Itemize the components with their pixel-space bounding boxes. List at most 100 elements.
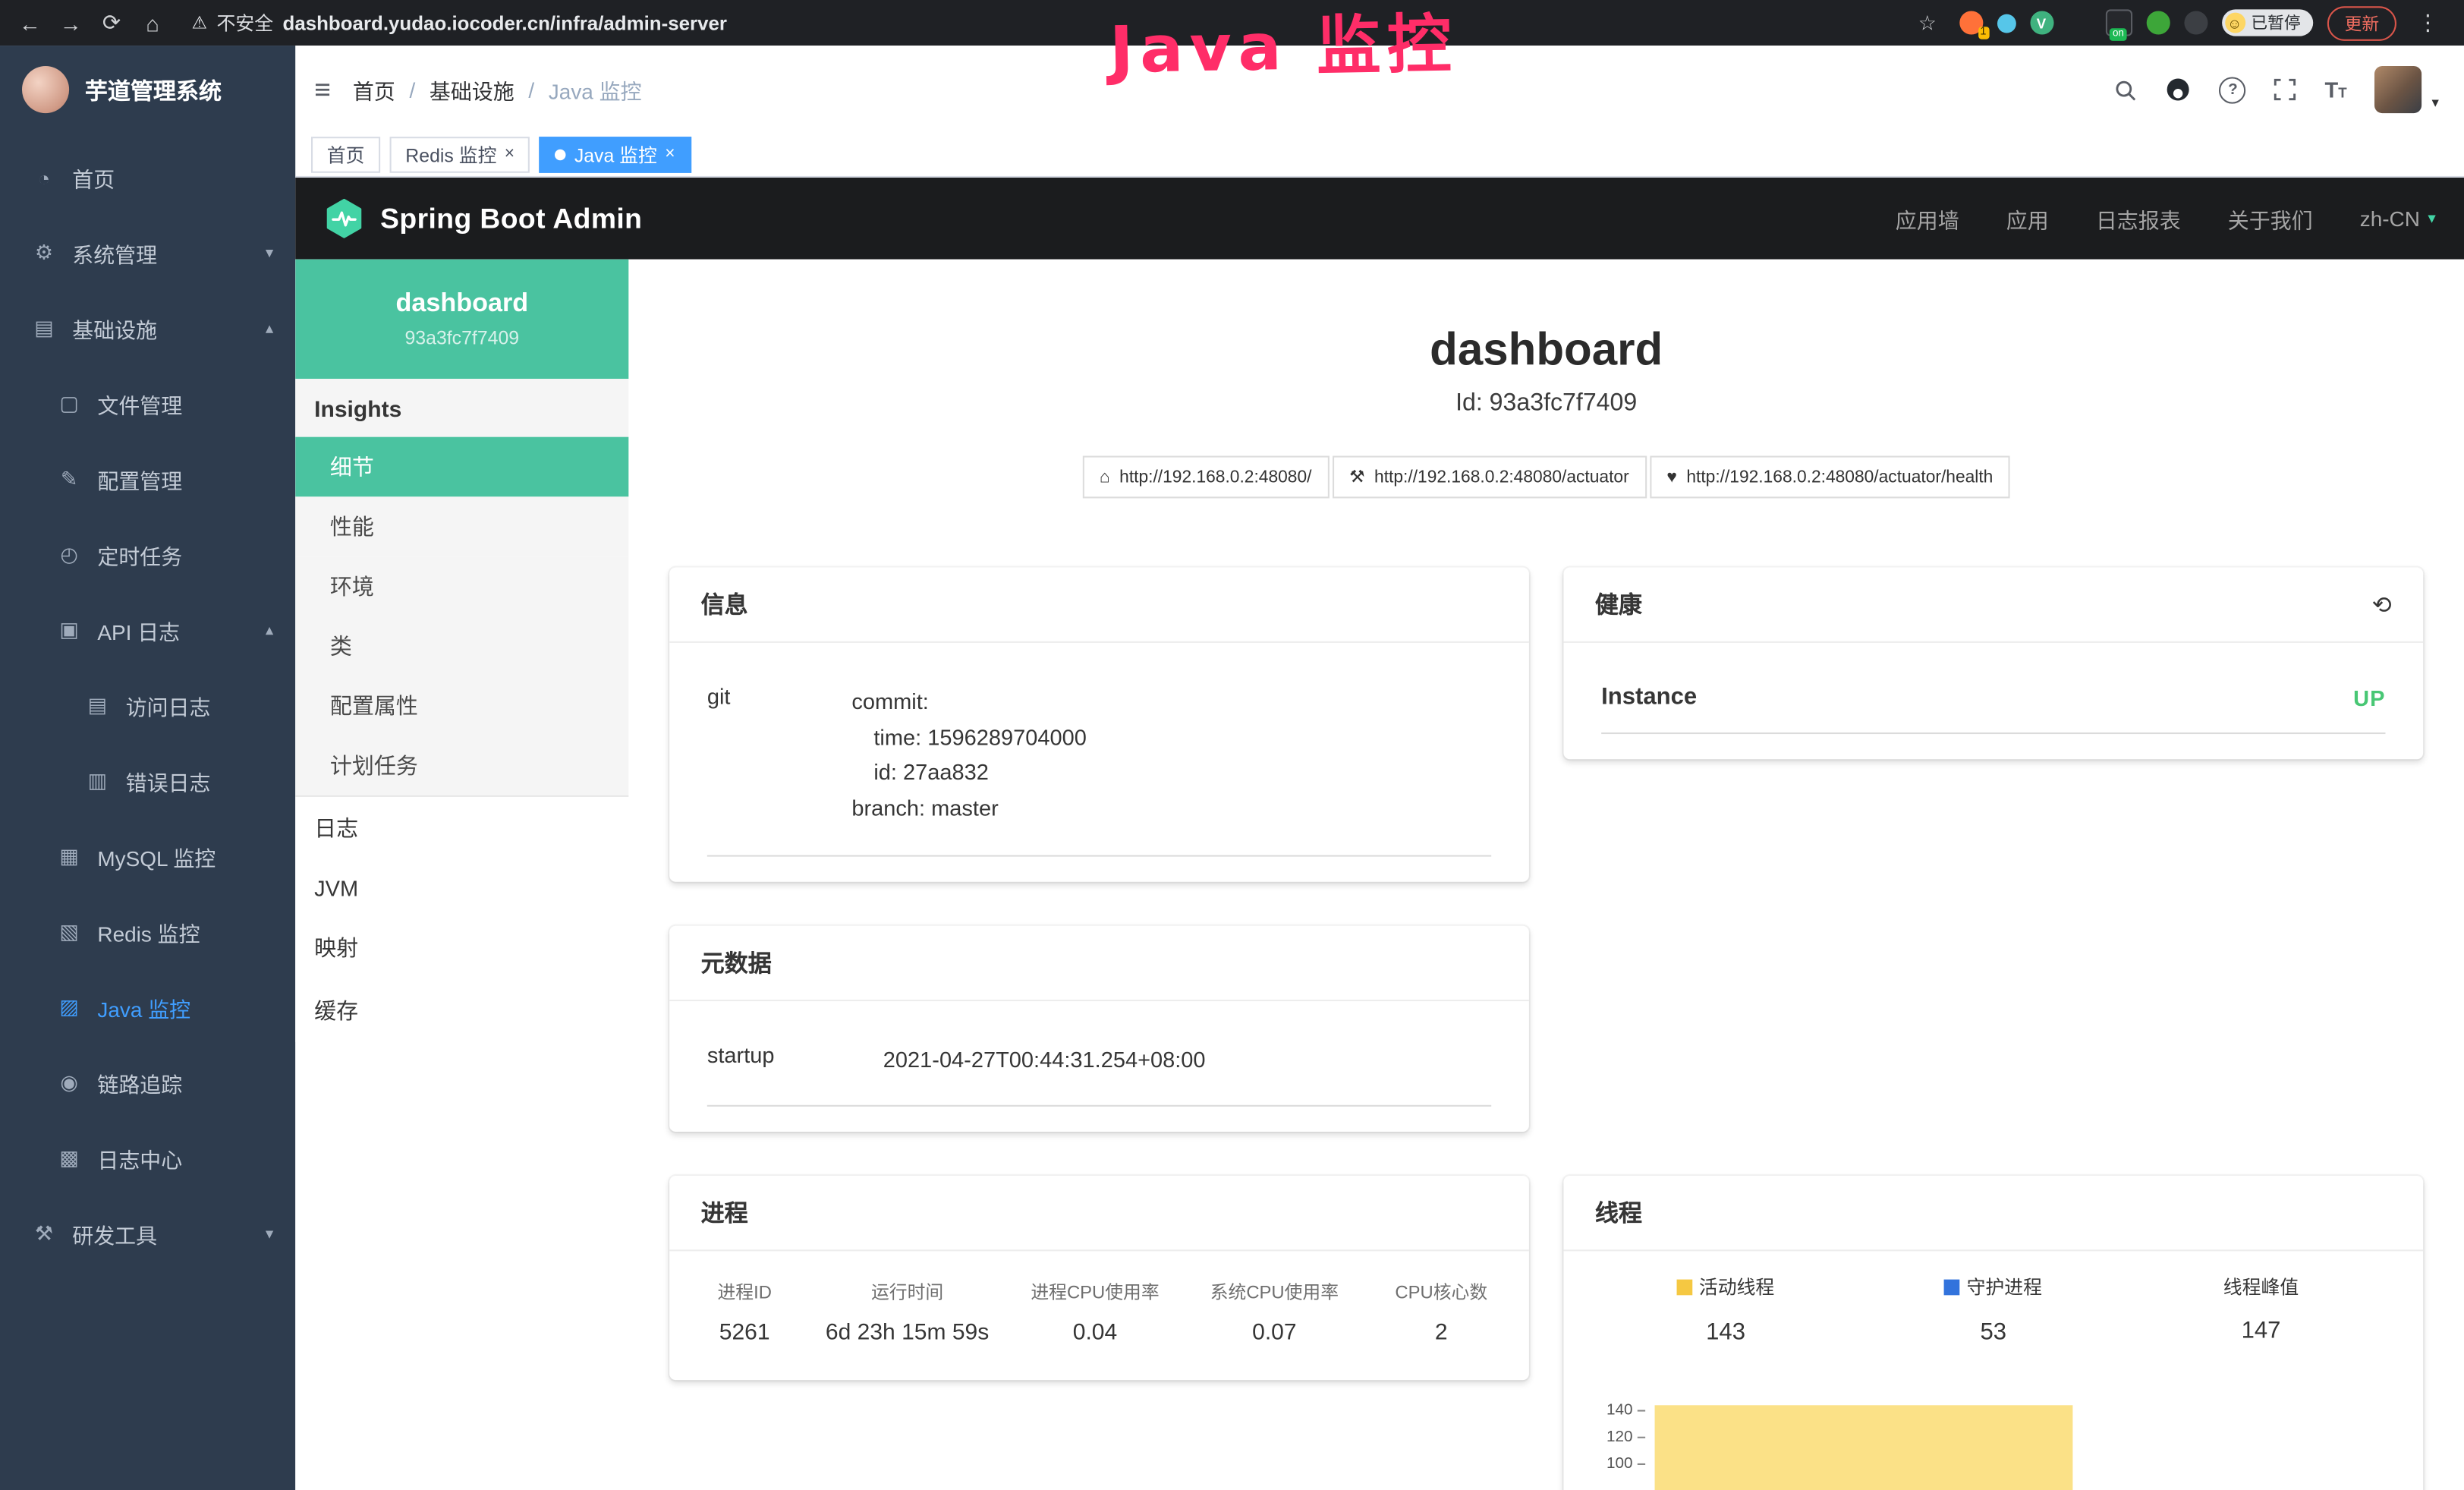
- sidebar-item-label: MySQL 监控: [97, 841, 216, 872]
- sidebar-item-dev-tools[interactable]: ⚒研发工具▾: [0, 1196, 295, 1271]
- sba-item-metrics[interactable]: 性能: [295, 496, 628, 556]
- forward-icon[interactable]: →: [53, 10, 88, 35]
- admin-sidebar: 芋道管理系统 ◔首页 ⚙系统管理▾ ▤基础设施▴ ▢文件管理 ✎配置管理 ◴定时…: [0, 46, 295, 1490]
- sba-item-config-props[interactable]: 配置属性: [295, 676, 628, 736]
- sba-nav-wallboard[interactable]: 应用墙: [1896, 203, 1959, 234]
- reload-icon[interactable]: ⟳: [94, 9, 129, 36]
- health-url-link[interactable]: ♥http://192.168.0.2:48080/actuator/healt…: [1650, 456, 2011, 499]
- document-icon: ▤: [85, 693, 110, 718]
- sidebar-item-system-management[interactable]: ⚙系统管理▾: [0, 216, 295, 291]
- breadcrumb-infrastructure[interactable]: 基础设施: [430, 74, 515, 105]
- sidebar-item-java-monitor[interactable]: ▨Java 监控: [0, 970, 295, 1045]
- tick-mark: [1638, 1436, 1645, 1438]
- extension-icon-5[interactable]: on: [2105, 9, 2132, 36]
- sba-header: Spring Boot Admin 应用墙 应用 日志报表 关于我们 zh-CN…: [295, 178, 2464, 260]
- legend-value: 147: [2127, 1318, 2395, 1344]
- document-icon: ▥: [85, 769, 110, 794]
- close-icon[interactable]: ×: [505, 146, 515, 164]
- sba-nav-applications[interactable]: 应用: [2006, 203, 2049, 234]
- sba-item-details[interactable]: 细节: [295, 437, 628, 497]
- card-title: 信息: [701, 587, 748, 620]
- extension-on-badge: on: [2110, 28, 2127, 41]
- fullscreen-icon[interactable]: [2274, 79, 2296, 101]
- actuator-url-link[interactable]: ⚒http://192.168.0.2:48080/actuator: [1332, 456, 1646, 499]
- paused-label: 已暂停: [2251, 11, 2300, 34]
- sidebar-item-api-logs[interactable]: ▣API 日志▴: [0, 593, 295, 668]
- update-button[interactable]: 更新: [2327, 5, 2396, 40]
- sidebar-item-error-logs[interactable]: ▥错误日志: [0, 743, 295, 818]
- sba-item-environment[interactable]: 环境: [295, 556, 628, 616]
- main-column: ≡ 首页 / 基础设施 / Java 监控 ? TT ▾: [295, 46, 2464, 1490]
- sidebar-item-redis-monitor[interactable]: ▧Redis 监控: [0, 894, 295, 969]
- git-line: id: 27aa832: [851, 755, 1086, 791]
- sidebar-item-infrastructure[interactable]: ▤基础设施▴: [0, 291, 295, 366]
- spring-boot-admin-logo: [324, 198, 365, 239]
- sba-nav-journal[interactable]: 日志报表: [2096, 203, 2181, 234]
- sidebar-item-label: 基础设施: [72, 313, 157, 344]
- active-tab-dot: [555, 150, 566, 160]
- sidebar-item-label: Redis 监控: [97, 916, 200, 947]
- tick-mark: [1638, 1463, 1645, 1465]
- sba-brand-title[interactable]: Spring Boot Admin: [380, 202, 642, 235]
- card-title: 健康: [1595, 587, 1642, 620]
- sidebar-item-file-management[interactable]: ▢文件管理: [0, 366, 295, 441]
- history-icon[interactable]: ⟲: [2372, 591, 2392, 619]
- instance-header: dashboard 93a3fc7f7409: [295, 260, 628, 379]
- sidebar-item-log-center[interactable]: ▩日志中心: [0, 1120, 295, 1195]
- tab-redis-monitor[interactable]: Redis 监控×: [390, 137, 530, 173]
- search-icon[interactable]: [2114, 78, 2138, 102]
- monitor-icon: ▤: [31, 316, 56, 341]
- extension-icon-6[interactable]: [2146, 11, 2170, 34]
- health-instance-row[interactable]: Instance UP: [1601, 684, 2385, 734]
- font-size-icon[interactable]: TT: [2325, 77, 2347, 102]
- url-text: dashboard.yudao.iocoder.cn/infra/admin-s…: [283, 12, 727, 34]
- user-avatar[interactable]: [2375, 66, 2422, 113]
- sidebar-item-config-management[interactable]: ✎配置管理: [0, 442, 295, 517]
- breadcrumb-home[interactable]: 首页: [353, 74, 395, 105]
- sidebar-item-scheduled-tasks[interactable]: ◴定时任务: [0, 517, 295, 592]
- sba-nav-about[interactable]: 关于我们: [2228, 203, 2313, 234]
- locale-selector[interactable]: zh-CN▾: [2360, 206, 2436, 230]
- process-col-value: 0.04: [1008, 1321, 1183, 1346]
- extension-icon-4[interactable]: [2067, 11, 2091, 34]
- extension-icon-7[interactable]: [2183, 11, 2207, 34]
- github-icon[interactable]: [2166, 77, 2191, 102]
- git-value: commit: time: 1596289704000 id: 27aa832 …: [851, 684, 1086, 827]
- insights-section-label: Insights: [295, 379, 628, 437]
- sidebar-item-access-logs[interactable]: ▤访问日志: [0, 668, 295, 743]
- back-icon[interactable]: ←: [13, 10, 48, 35]
- edit-icon: ✎: [57, 467, 82, 492]
- info-card: 信息 git commit: time: 1596289704000 id: 2…: [669, 568, 1529, 882]
- app-logo[interactable]: 芋道管理系统: [0, 46, 295, 134]
- bookmark-star-icon[interactable]: ☆: [1910, 10, 1945, 35]
- sba-item-jvm[interactable]: JVM: [295, 860, 628, 917]
- caret-down-icon[interactable]: ▾: [2431, 93, 2438, 111]
- extension-icon-1[interactable]: 1: [1959, 11, 1982, 34]
- home-icon[interactable]: ⌂: [135, 10, 170, 35]
- sba-item-caches[interactable]: 缓存: [295, 979, 628, 1042]
- sba-item-classes[interactable]: 类: [295, 616, 628, 676]
- daemon-threads-swatch: [1945, 1279, 1961, 1295]
- close-icon[interactable]: ×: [665, 146, 675, 164]
- sidebar-item-mysql-monitor[interactable]: ▦MySQL 监控: [0, 819, 295, 894]
- tab-home[interactable]: 首页: [311, 137, 380, 173]
- sba-item-mappings[interactable]: 映射: [295, 916, 628, 979]
- sba-item-logs[interactable]: 日志: [295, 797, 628, 860]
- tab-java-monitor[interactable]: Java 监控 ×: [540, 137, 691, 173]
- y-axis-tick: 120: [1606, 1429, 1633, 1446]
- address-bar[interactable]: ⚠ 不安全 dashboard.yudao.iocoder.cn/infra/a…: [192, 9, 1904, 36]
- sidebar-item-link-tracing[interactable]: ◉链路追踪: [0, 1045, 295, 1120]
- cards-grid: 信息 git commit: time: 1596289704000 id: 2…: [669, 568, 2423, 1490]
- extension-icon-3[interactable]: V: [2029, 11, 2053, 34]
- tab-label: Java 监控: [574, 141, 657, 168]
- link-url: http://192.168.0.2:48080/: [1119, 468, 1311, 487]
- service-url-link[interactable]: ⌂http://192.168.0.2:48080/: [1082, 456, 1329, 499]
- tools-icon: ⚒: [31, 1221, 56, 1246]
- help-icon[interactable]: ?: [2220, 76, 2246, 102]
- browser-menu-icon[interactable]: ⋮: [2411, 9, 2446, 36]
- paused-extension-pill[interactable]: ☺ 已暂停: [2221, 9, 2313, 36]
- sidebar-item-home[interactable]: ◔首页: [0, 140, 295, 215]
- sba-item-scheduled-tasks[interactable]: 计划任务: [295, 736, 628, 795]
- hamburger-icon[interactable]: ≡: [314, 73, 331, 106]
- extension-icon-2[interactable]: [1997, 14, 2016, 33]
